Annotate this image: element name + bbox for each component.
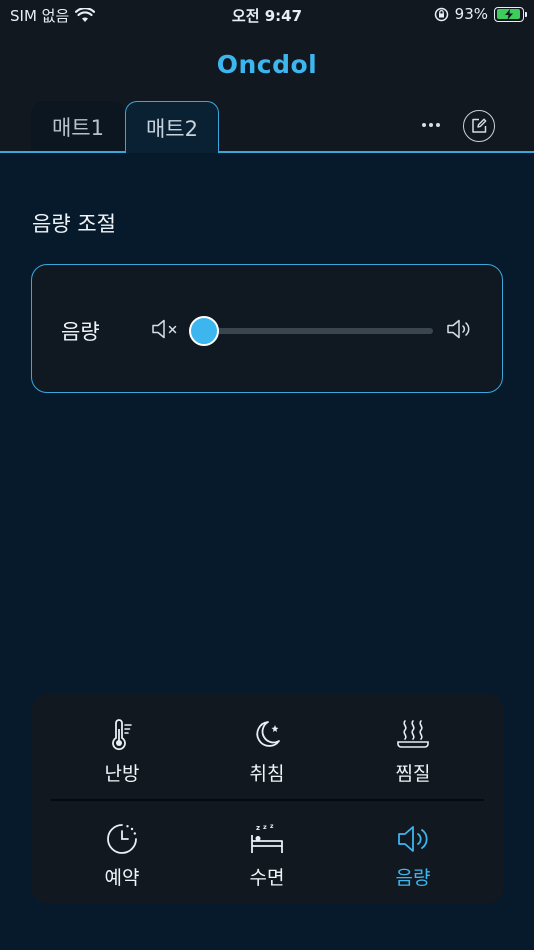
timer-icon bbox=[107, 824, 137, 854]
app-logo: Oncdol bbox=[216, 50, 318, 79]
moon-star-icon bbox=[256, 721, 280, 747]
tab-mat2[interactable]: 매트2 bbox=[125, 101, 219, 153]
mute-icon[interactable] bbox=[151, 318, 179, 340]
status-bar: SIM 없음 오전 9:47 93% bbox=[0, 0, 534, 30]
volume-slider-track[interactable] bbox=[204, 328, 433, 334]
svg-text:z: z bbox=[263, 823, 267, 831]
menu-volume[interactable]: 음량 bbox=[358, 821, 468, 891]
svg-text:z: z bbox=[270, 823, 274, 830]
menu-label: 수면 bbox=[249, 867, 285, 889]
menu-sleep-mode[interactable]: 취침 bbox=[212, 717, 322, 787]
menu-reservation[interactable]: 예약 bbox=[67, 821, 177, 891]
sleep-bed-icon: z z z bbox=[251, 823, 283, 853]
tab-underline bbox=[218, 151, 534, 153]
steam-icon bbox=[397, 720, 429, 748]
status-right: 93% bbox=[434, 5, 527, 23]
tab-mat1[interactable]: 매트1 bbox=[31, 101, 125, 152]
thermometer-icon bbox=[112, 719, 132, 751]
battery-percent: 93% bbox=[454, 5, 488, 23]
more-options-icon[interactable] bbox=[415, 114, 447, 136]
menu-label: 음량 bbox=[395, 867, 431, 889]
volume-slider-thumb[interactable] bbox=[189, 316, 219, 346]
tab-underline bbox=[0, 151, 126, 153]
speaker-icon bbox=[398, 826, 428, 852]
battery-icon bbox=[494, 6, 527, 22]
section-title: 음량 조절 bbox=[32, 212, 116, 236]
menu-steam[interactable]: 찜질 bbox=[358, 717, 468, 787]
battery-fill bbox=[496, 9, 520, 20]
menu-label: 예약 bbox=[104, 867, 140, 889]
menu-sleep[interactable]: z z z 수면 bbox=[212, 821, 322, 891]
edit-icon bbox=[472, 118, 487, 133]
volume-label: 음량 bbox=[61, 320, 100, 344]
edit-button[interactable] bbox=[463, 110, 495, 142]
svg-text:z: z bbox=[256, 824, 260, 832]
volume-up-icon[interactable] bbox=[446, 318, 474, 340]
menu-label: 찜질 bbox=[395, 763, 431, 785]
menu-label: 난방 bbox=[104, 763, 140, 785]
menu-divider bbox=[51, 799, 484, 801]
orientation-lock-icon bbox=[434, 7, 448, 21]
menu-heating[interactable]: 난방 bbox=[67, 717, 177, 787]
menu-label: 취침 bbox=[249, 763, 285, 785]
